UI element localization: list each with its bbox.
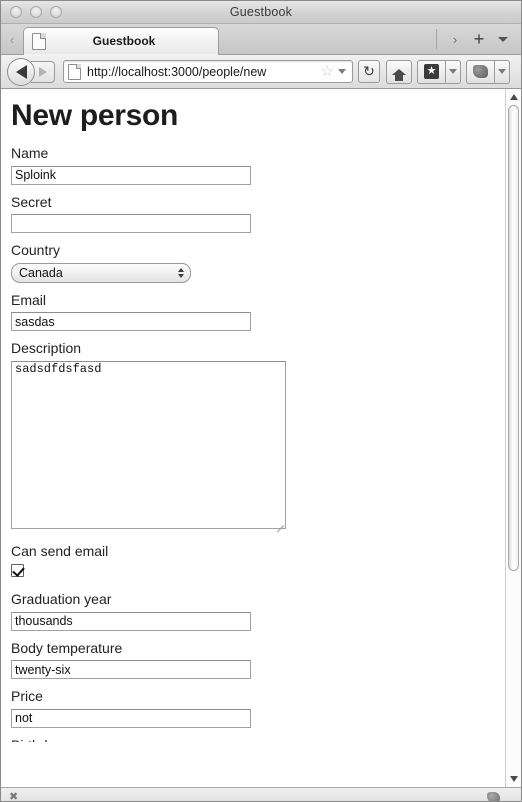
traffic-lights xyxy=(1,6,62,18)
field-graduation-year: Graduation year xyxy=(11,591,495,631)
description-wrapper: sadsdfdsfasd xyxy=(11,360,286,532)
extension-globe-icon xyxy=(473,65,488,78)
document-icon xyxy=(32,32,46,50)
graduation-year-input[interactable] xyxy=(11,611,251,631)
reload-button[interactable]: ↻ xyxy=(358,60,380,83)
forward-arrow-icon xyxy=(38,66,47,77)
home-button[interactable] xyxy=(386,59,412,84)
scrollbar-thumb[interactable] xyxy=(507,105,519,572)
bookmarks-button-group: ★ xyxy=(417,59,461,84)
field-secret: Secret xyxy=(11,193,495,233)
bookmarks-button[interactable]: ★ xyxy=(417,59,445,84)
tab-guestbook[interactable]: Guestbook xyxy=(23,27,219,55)
page-title: New person xyxy=(11,99,179,132)
can-send-email-checkbox[interactable] xyxy=(11,564,24,577)
field-label: Email xyxy=(11,291,47,308)
resize-grip-icon[interactable] xyxy=(503,790,517,801)
field-label: Country xyxy=(11,242,61,258)
back-arrow-icon xyxy=(15,64,27,79)
field-body-temperature: Body temperature xyxy=(11,639,495,679)
scrollbar-track[interactable] xyxy=(505,105,521,771)
minimize-window-button[interactable] xyxy=(30,6,42,18)
extension-dropdown-button[interactable] xyxy=(494,59,510,84)
chevron-down-icon xyxy=(449,69,457,74)
clipped-next-field-label: Birthday xyxy=(11,737,495,742)
field-label: Can send email xyxy=(11,542,109,559)
body-temperature-input[interactable] xyxy=(11,660,251,679)
scroll-down-arrow-icon xyxy=(509,776,518,782)
page-identity-icon xyxy=(68,63,81,80)
vertical-scrollbar[interactable] xyxy=(505,89,521,787)
field-label: Name xyxy=(11,145,49,161)
status-bar-right xyxy=(487,790,517,801)
scroll-up-arrow-icon xyxy=(509,94,518,100)
field-name: Name xyxy=(11,145,495,185)
nav-buttons xyxy=(7,57,55,86)
chevron-left-icon[interactable]: ‹ xyxy=(1,24,23,54)
tab-bar: ‹ Guestbook › + xyxy=(1,24,521,55)
title-bar: Guestbook xyxy=(1,1,521,24)
new-tab-button[interactable]: + xyxy=(467,27,491,51)
price-input[interactable] xyxy=(11,708,251,728)
field-description: Description sadsdfdsfasd xyxy=(11,340,495,534)
chevron-down-icon[interactable] xyxy=(338,69,346,74)
field-label: Secret xyxy=(11,193,52,210)
list-all-tabs-button[interactable] xyxy=(491,27,515,51)
chevron-down-icon xyxy=(498,69,506,74)
page-content: New person Name Secret Country Canada xyxy=(1,89,505,787)
url-text: http://localhost:3000/people/new xyxy=(87,64,267,79)
reload-icon: ↻ xyxy=(363,63,375,79)
content-area: New person Name Secret Country Canada xyxy=(1,89,521,787)
status-bar: ✖ xyxy=(1,787,521,801)
url-bar[interactable]: http://localhost:3000/people/new ☆ xyxy=(63,60,353,83)
description-textarea[interactable]: sadsdfdsfasd xyxy=(11,360,286,529)
home-icon xyxy=(392,68,406,81)
scroll-down-button[interactable] xyxy=(506,771,522,787)
country-select-wrapper: Canada xyxy=(11,262,191,283)
browser-window: Guestbook ‹ Guestbook › + http://localho… xyxy=(0,0,522,802)
field-can-send-email: Can send email xyxy=(11,543,495,583)
field-email: Email xyxy=(11,291,495,331)
scroll-up-button[interactable] xyxy=(506,89,522,105)
window-title: Guestbook xyxy=(229,5,293,19)
email-input[interactable] xyxy=(11,312,251,331)
navigation-toolbar: http://localhost:3000/people/new ☆ ↻ ★ xyxy=(1,55,521,89)
close-window-button[interactable] xyxy=(10,6,22,18)
secret-input[interactable] xyxy=(11,214,251,233)
back-button[interactable] xyxy=(7,57,35,86)
field-price: Price xyxy=(11,688,495,728)
chevron-down-icon xyxy=(498,36,508,42)
field-country: Country Canada xyxy=(11,242,495,283)
bookmarks-star-icon: ★ xyxy=(424,64,439,79)
extension-button[interactable] xyxy=(466,59,494,84)
field-label: Graduation year xyxy=(11,591,112,607)
tab-label: Guestbook xyxy=(92,34,156,48)
star-icon[interactable]: ☆ xyxy=(321,64,334,79)
chevron-right-icon[interactable]: › xyxy=(443,27,467,51)
bookmarks-dropdown-button[interactable] xyxy=(445,59,461,84)
country-select[interactable]: Canada xyxy=(11,262,191,283)
name-input[interactable] xyxy=(11,165,251,185)
extension-button-group xyxy=(466,59,510,84)
field-label: Description xyxy=(11,340,82,356)
divider xyxy=(436,29,437,49)
extension-globe-icon[interactable] xyxy=(487,791,500,801)
zoom-window-button[interactable] xyxy=(50,6,62,18)
close-small-icon[interactable]: ✖ xyxy=(5,791,18,801)
field-label: Body temperature xyxy=(11,639,123,656)
field-label: Price xyxy=(11,688,43,704)
tab-bar-controls: › + xyxy=(436,24,521,54)
